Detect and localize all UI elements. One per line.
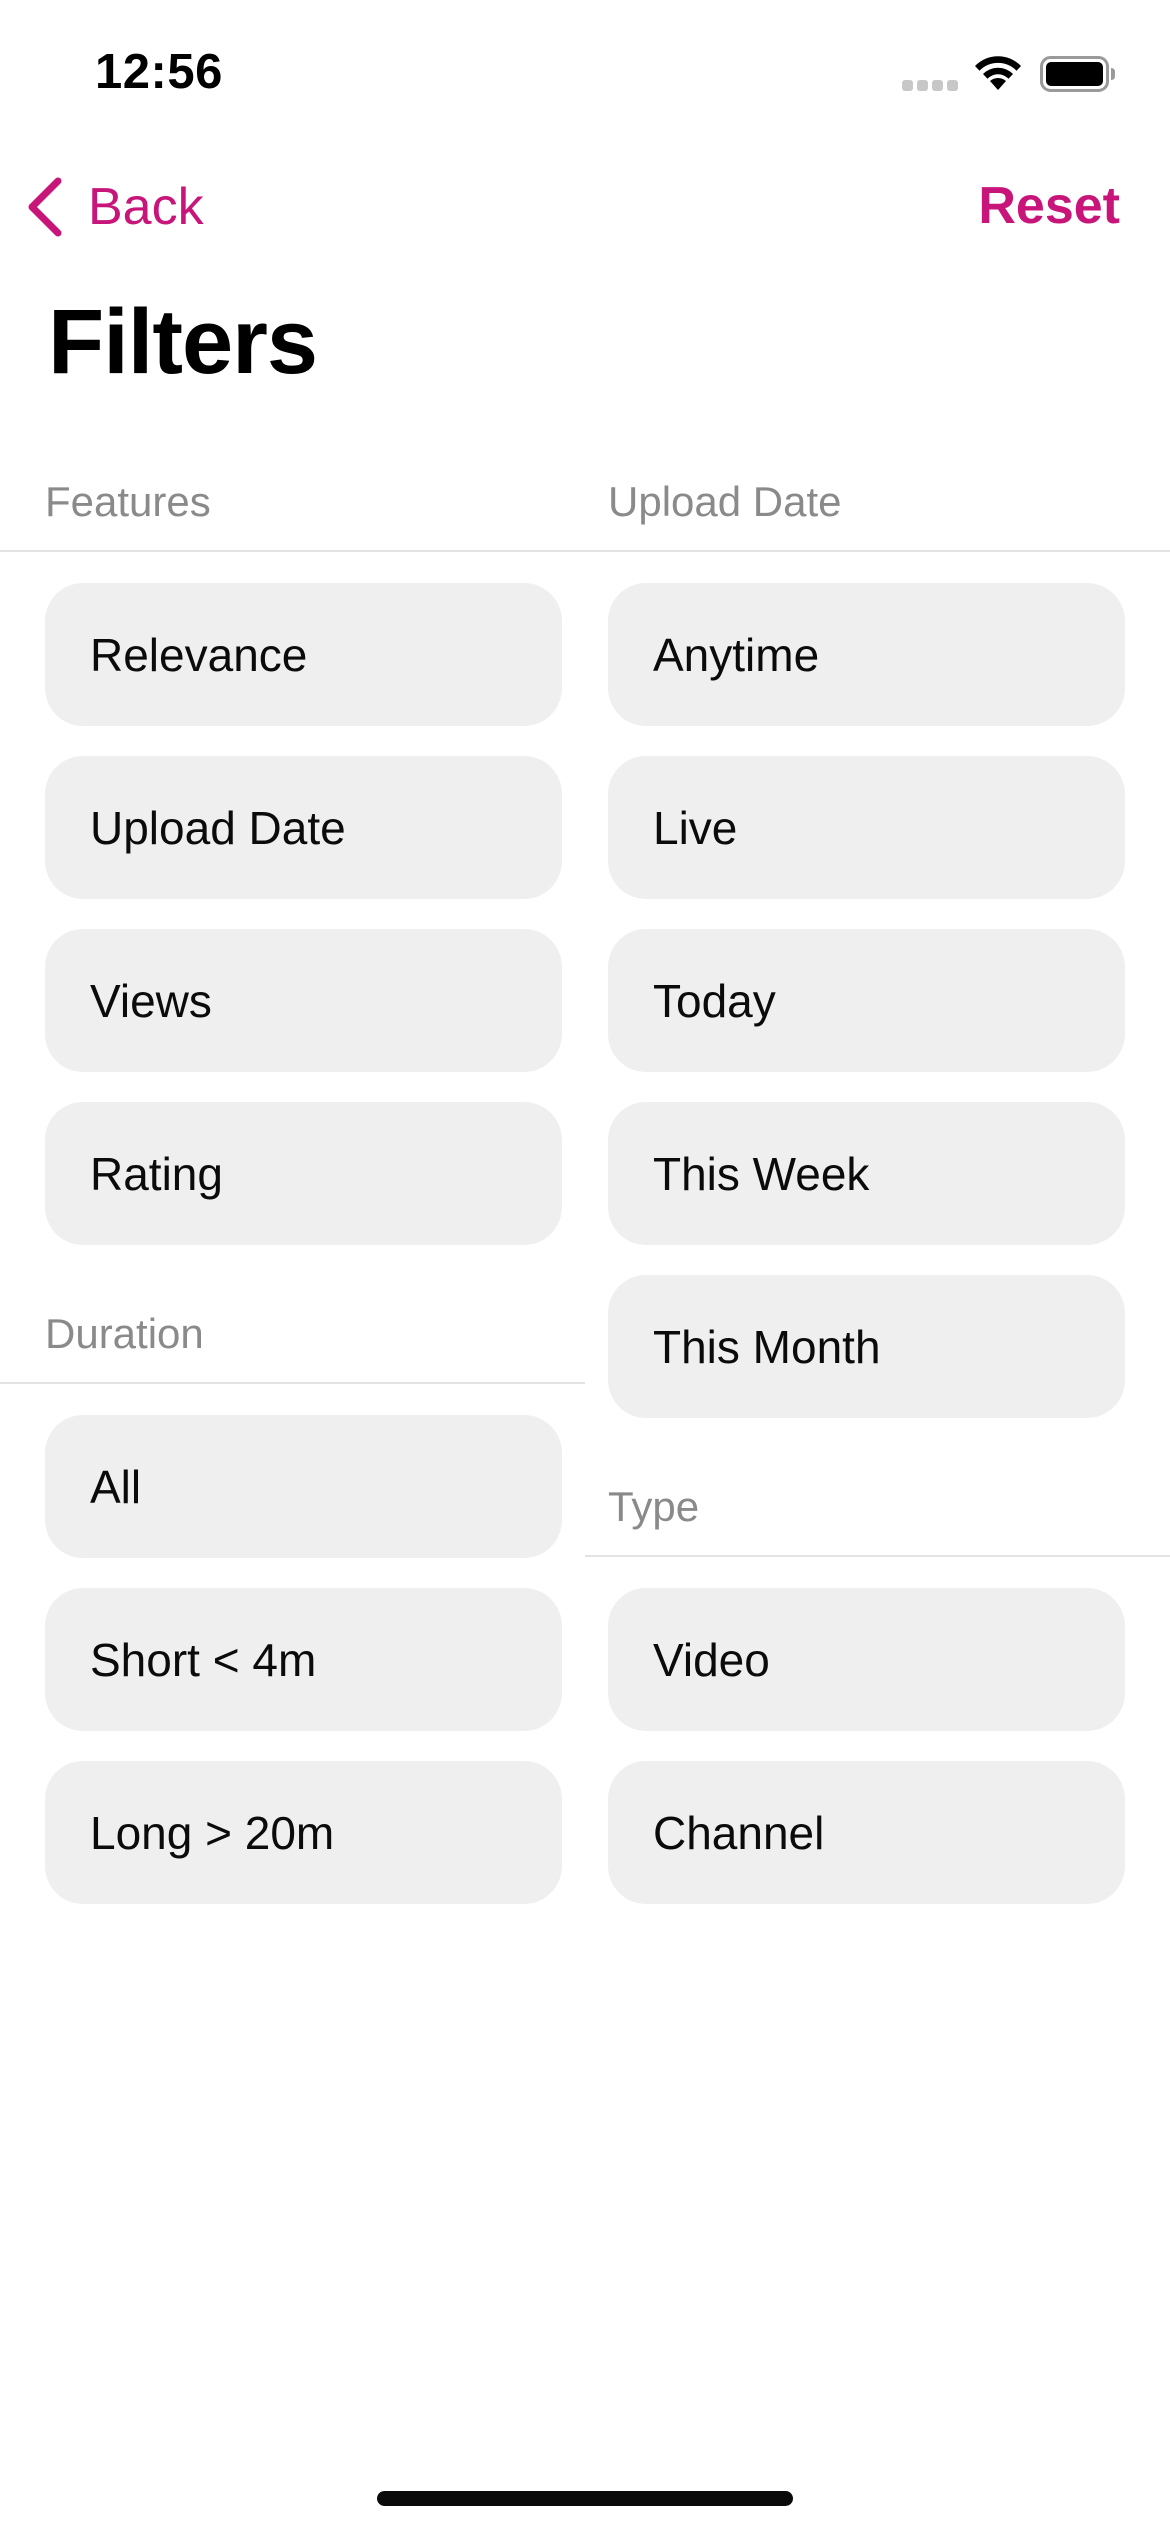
status-time: 12:56	[95, 45, 223, 99]
filter-option-live[interactable]: Live	[608, 756, 1125, 899]
filter-option-all[interactable]: All	[45, 1415, 562, 1558]
filter-option-today[interactable]: Today	[608, 929, 1125, 1072]
section-type: Type Video Channel	[585, 1465, 1170, 1904]
filters-right-column: Upload Date Anytime Live Today This Week…	[585, 460, 1170, 1904]
back-button-label: Back	[88, 178, 204, 236]
wifi-icon	[975, 56, 1021, 90]
options-list: Anytime Live Today This Week This Month	[585, 552, 1170, 1418]
reset-button[interactable]: Reset	[978, 176, 1120, 236]
section-title: Upload Date	[608, 478, 842, 525]
section-header: Features	[0, 460, 585, 552]
section-header: Duration	[0, 1292, 585, 1384]
section-header: Upload Date	[585, 460, 1170, 552]
filter-option-this-week[interactable]: This Week	[608, 1102, 1125, 1245]
filter-option-video[interactable]: Video	[608, 1588, 1125, 1731]
section-title: Features	[45, 478, 211, 525]
cell-signal-icon	[902, 80, 958, 94]
filter-option-long[interactable]: Long > 20m	[45, 1761, 562, 1904]
battery-icon	[1040, 56, 1115, 92]
filter-option-channel[interactable]: Channel	[608, 1761, 1125, 1904]
home-indicator[interactable]	[377, 2491, 793, 2506]
section-title: Type	[608, 1483, 700, 1530]
filter-option-relevance[interactable]: Relevance	[45, 583, 562, 726]
back-button[interactable]: Back	[24, 172, 204, 242]
status-bar: 12:56	[0, 0, 1170, 150]
page-title: Filters	[48, 291, 318, 393]
section-features: Features Relevance Upload Date Views Rat…	[0, 460, 585, 1245]
section-upload-date: Upload Date Anytime Live Today This Week…	[585, 460, 1170, 1418]
filter-option-rating[interactable]: Rating	[45, 1102, 562, 1245]
section-title: Duration	[45, 1310, 204, 1357]
filters-left-column: Features Relevance Upload Date Views Rat…	[0, 460, 585, 1904]
options-list: Video Channel	[585, 1557, 1170, 1904]
filter-option-anytime[interactable]: Anytime	[608, 583, 1125, 726]
filter-option-this-month[interactable]: This Month	[608, 1275, 1125, 1418]
section-duration: Duration All Short < 4m Long > 20m	[0, 1292, 585, 1904]
options-list: Relevance Upload Date Views Rating	[0, 552, 585, 1245]
section-header: Type	[585, 1465, 1170, 1557]
filter-option-upload-date[interactable]: Upload Date	[45, 756, 562, 899]
options-list: All Short < 4m Long > 20m	[0, 1384, 585, 1904]
chevron-left-icon	[28, 177, 62, 237]
filter-option-short[interactable]: Short < 4m	[45, 1588, 562, 1731]
filter-option-views[interactable]: Views	[45, 929, 562, 1072]
